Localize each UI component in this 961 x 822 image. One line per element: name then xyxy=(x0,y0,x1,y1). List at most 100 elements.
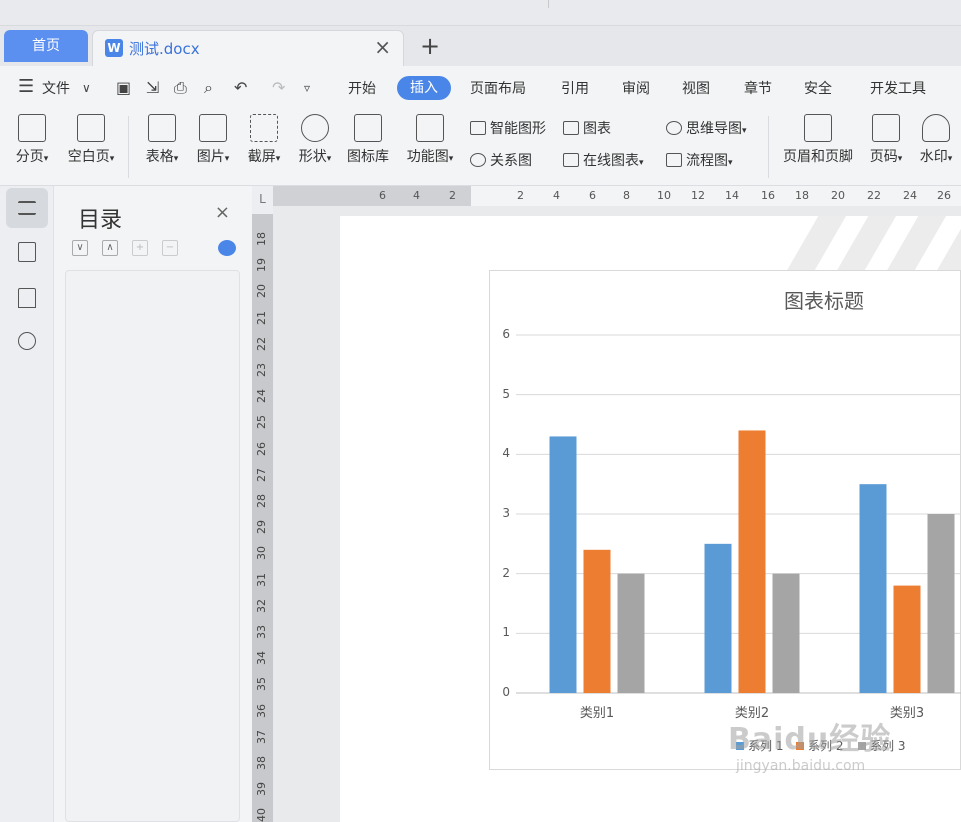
online-chart-label: 在线图表 xyxy=(583,153,639,169)
bar[interactable] xyxy=(549,436,577,693)
tab-stop-selector[interactable]: L xyxy=(252,186,273,214)
flowchart-label: 流程图 xyxy=(686,153,728,169)
close-icon[interactable]: × xyxy=(215,202,230,223)
close-tab-icon[interactable]: × xyxy=(374,35,391,59)
toc-panel-button[interactable] xyxy=(6,188,48,228)
ribbon-divider xyxy=(128,116,129,178)
page-number-button[interactable]: 页码▾ xyxy=(864,114,908,166)
menu-view[interactable]: 视图 xyxy=(682,78,710,98)
chart[interactable]: 图表标题 0123456 类别1 类别2 类别3 系列 1 系列 2 系列 3 xyxy=(489,270,961,770)
bar[interactable] xyxy=(893,585,921,693)
table-icon xyxy=(148,114,176,142)
print-preview-icon[interactable]: ⌕ xyxy=(204,78,213,98)
shapes-button[interactable]: 形状▾ xyxy=(293,114,337,166)
ruler-tick-label: 22 xyxy=(867,189,881,202)
picture-button[interactable]: 图片▾ xyxy=(191,114,235,166)
relation-chart-button[interactable]: 关系图 xyxy=(470,150,532,170)
menu-review[interactable]: 审阅 xyxy=(622,78,650,98)
function-chart-button[interactable]: 功能图▾ xyxy=(402,114,458,166)
bar[interactable] xyxy=(859,484,887,693)
menu-insert[interactable]: 插入 xyxy=(397,76,451,100)
page-number-label: 页码 xyxy=(869,149,898,165)
relation-chart-label: 关系图 xyxy=(490,153,532,169)
page-break-button[interactable]: 分页▾ xyxy=(10,114,54,166)
header-footer-button[interactable]: 页眉和页脚 xyxy=(778,114,858,166)
ruler-tick-label: 33 xyxy=(255,625,268,639)
menu-start[interactable]: 开始 xyxy=(348,78,376,98)
ruler-tick-label: 20 xyxy=(255,284,268,299)
expand-down-icon[interactable]: ∨ xyxy=(72,240,88,256)
bar[interactable] xyxy=(772,573,800,693)
print-icon[interactable]: ⎙ xyxy=(174,78,187,98)
quick-access-dropdown-icon[interactable]: ▿ xyxy=(304,81,310,95)
menu-developer[interactable]: 开发工具 xyxy=(870,78,926,98)
window-top-strip xyxy=(0,0,961,26)
undo-icon[interactable]: ↶ xyxy=(234,78,247,97)
file-menu[interactable]: 文件 xyxy=(42,78,70,98)
bar[interactable] xyxy=(583,549,611,693)
shapes-icon xyxy=(301,114,329,142)
ruler-tick-label: 24 xyxy=(903,189,917,202)
ruler-tick-label: 29 xyxy=(255,520,268,535)
ruler-tick-label: 4 xyxy=(413,189,420,202)
ruler-tick-label: 26 xyxy=(255,441,268,456)
search-panel-button[interactable] xyxy=(6,322,48,362)
smart-graphic-button[interactable]: 智能图形 xyxy=(470,118,546,138)
save-icon[interactable]: ▣ xyxy=(116,78,131,97)
collapse-up-icon[interactable]: ∧ xyxy=(102,240,118,256)
home-tab[interactable]: 首页 xyxy=(4,30,88,62)
document-tab-title: 测试.docx xyxy=(129,40,200,58)
flowchart-icon xyxy=(666,153,682,167)
new-tab-button[interactable]: + xyxy=(420,32,440,60)
ruler-tick-label: 2 xyxy=(517,189,524,202)
add-heading-icon[interactable]: + xyxy=(132,240,148,256)
ruler-tick-label: 22 xyxy=(255,336,268,351)
ruler-tick-label: 30 xyxy=(255,546,268,561)
document-tab[interactable]: W 测试.docx × xyxy=(92,30,404,66)
ruler-tick-label: 4 xyxy=(553,189,560,202)
function-chart-icon xyxy=(416,114,444,142)
menu-section[interactable]: 章节 xyxy=(744,78,772,98)
ruler-tick-label: 32 xyxy=(255,598,268,613)
picture-label: 图片 xyxy=(196,149,225,165)
ruler-tick-label: 6 xyxy=(589,189,596,202)
mind-map-label: 思维导图 xyxy=(686,121,742,137)
watermark-button[interactable]: 水印▾ xyxy=(914,114,958,166)
blank-page-button[interactable]: 空白页▾ xyxy=(62,114,120,166)
hamburger-menu-icon[interactable]: ☰ xyxy=(18,76,34,97)
toc-title: 目录 xyxy=(78,208,123,233)
export-icon[interactable]: ⇲ xyxy=(146,78,159,97)
bar[interactable] xyxy=(738,430,766,693)
flowchart-button[interactable]: 流程图▾ xyxy=(666,150,733,170)
bookmark-panel-button[interactable] xyxy=(6,278,48,318)
vertical-ruler[interactable]: 18 19 20 21 22 23 24 25 26 27 28 29 30 31 32 33 34 35 36 37… xyxy=(252,214,273,822)
screenshot-button[interactable]: 截屏▾ xyxy=(242,114,286,166)
bar[interactable] xyxy=(927,514,955,693)
table-button[interactable]: 表格▾ xyxy=(140,114,184,166)
menu-references[interactable]: 引用 xyxy=(561,78,589,98)
remove-heading-icon[interactable]: − xyxy=(162,240,178,256)
ruler-tick-label: 27 xyxy=(255,467,268,482)
chevron-down-icon[interactable]: ∨ xyxy=(82,81,91,95)
menu-page-layout[interactable]: 页面布局 xyxy=(470,78,526,98)
ruler-tick-label: 12 xyxy=(691,189,705,202)
strip-divider xyxy=(548,0,549,8)
bar[interactable] xyxy=(704,543,732,693)
mind-map-button[interactable]: 思维导图▾ xyxy=(666,118,747,138)
ribbon-divider xyxy=(768,116,769,178)
menu-security[interactable]: 安全 xyxy=(804,78,832,98)
y-tick-label: 3 xyxy=(502,506,510,520)
online-chart-button[interactable]: 在线图表▾ xyxy=(563,150,644,170)
y-tick-label: 0 xyxy=(502,685,510,699)
icon-library-button[interactable]: 图标库 xyxy=(344,114,392,166)
ruler-tick-label: 24 xyxy=(255,389,268,404)
horizontal-ruler[interactable]: 6 4 2 2 4 6 8 10 12 14 16 18 20 22 24 26 xyxy=(273,186,961,206)
redo-icon[interactable]: ↷ xyxy=(272,78,285,97)
chart-icon xyxy=(563,121,579,135)
chart-button[interactable]: 图表 xyxy=(563,118,611,138)
bar[interactable] xyxy=(617,573,645,693)
smart-toc-icon[interactable] xyxy=(218,240,236,256)
ruler-tick-label: 10 xyxy=(657,189,671,202)
ruler-tick-label: 18 xyxy=(795,189,809,202)
outline-panel-button[interactable] xyxy=(6,232,48,272)
